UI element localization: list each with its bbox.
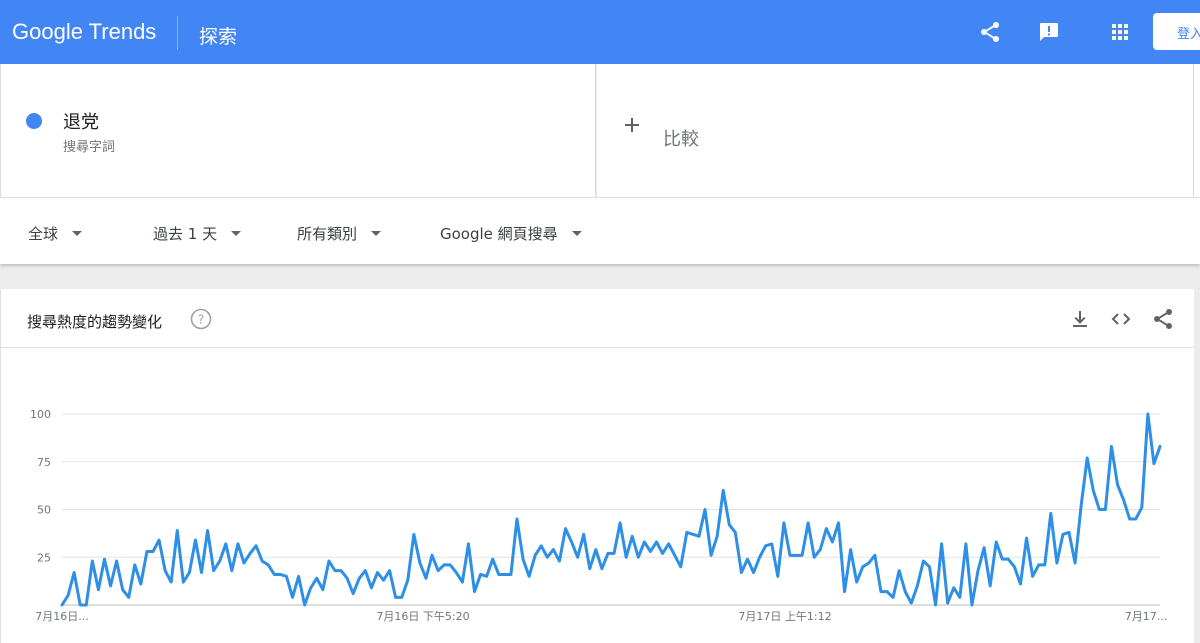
row-spacer [1194,64,1200,197]
x-tick-label: 7月16日 下午5:20 [376,610,469,623]
y-tick-label: 100 [30,408,51,421]
y-tick-label: 25 [37,551,51,564]
y-tick-label: 75 [37,456,51,469]
x-tick-label: 7月17... [1125,610,1168,623]
x-tick-label: 7月16日... [35,610,89,623]
x-tick-label: 7月17日 上午1:12 [738,610,831,623]
y-tick-label: 50 [37,504,51,517]
trend-line-chart: 25 50 75 100 7月16日... 7月16日 下午5:20 7月17日 上午1:1… [30,408,1168,623]
